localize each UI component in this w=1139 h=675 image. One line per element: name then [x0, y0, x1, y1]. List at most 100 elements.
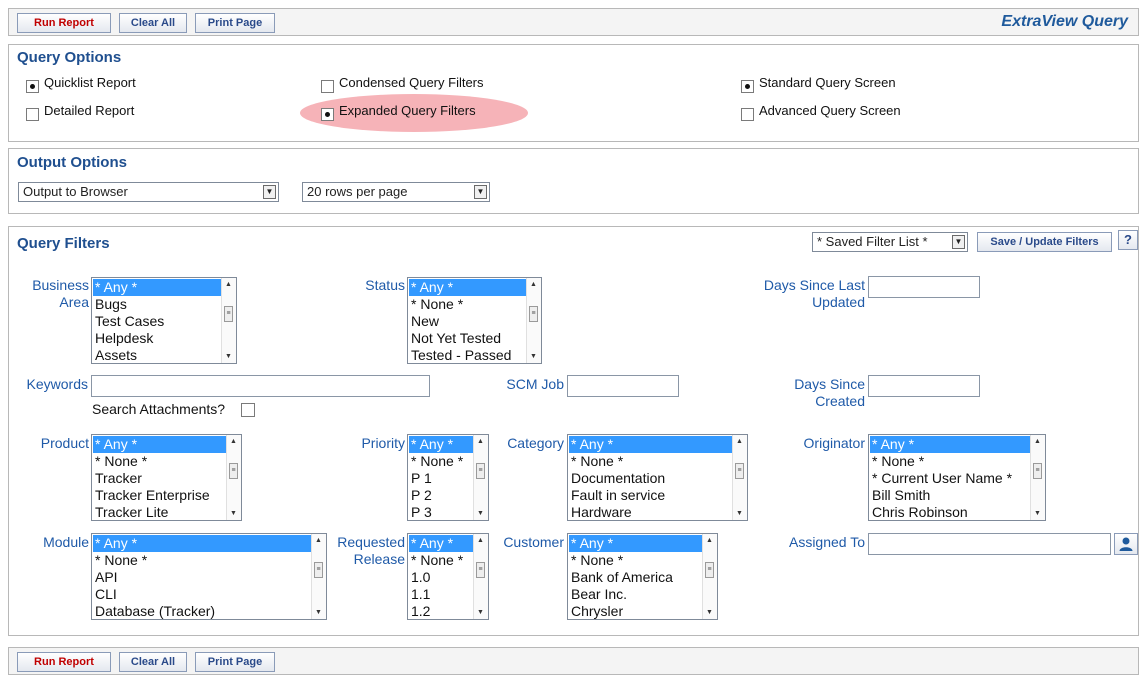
list-option[interactable]: P 3	[409, 504, 473, 520]
list-option[interactable]: Bugs	[93, 296, 221, 313]
scroll-up-icon[interactable]: ▲	[736, 438, 743, 445]
category-listbox[interactable]: * Any * * None * Documentation Fault in ser…	[567, 434, 748, 521]
list-option[interactable]: * Any *	[409, 436, 473, 453]
scroll-thumb[interactable]: ≡	[1033, 463, 1042, 479]
scroll-thumb[interactable]: ≡	[314, 562, 323, 578]
clear-all-button-bottom[interactable]: Clear All	[119, 652, 187, 672]
list-option[interactable]: * Any *	[569, 436, 732, 453]
list-option[interactable]: * Any *	[93, 279, 221, 296]
scroll-down-icon[interactable]: ▼	[477, 609, 484, 616]
priority-listbox[interactable]: * Any * * None * P 1P 2P 3 ▲ ≡ ▼	[407, 434, 489, 521]
list-option[interactable]: 1.1	[409, 586, 473, 603]
scroll-up-icon[interactable]: ▲	[477, 438, 484, 445]
detailed-report-radio[interactable]	[26, 108, 39, 121]
list-option[interactable]: Assets	[93, 347, 221, 363]
list-option[interactable]: Helpdesk	[93, 330, 221, 347]
scroll-thumb[interactable]: ≡	[735, 463, 744, 479]
advanced-query-screen-radio[interactable]	[741, 108, 754, 121]
quicklist-report-radio[interactable]	[26, 80, 39, 93]
scroll-up-icon[interactable]: ▲	[1034, 438, 1041, 445]
scroll-down-icon[interactable]: ▼	[706, 609, 713, 616]
list-option[interactable]: API	[93, 569, 311, 586]
list-option[interactable]: P 2	[409, 487, 473, 504]
list-option[interactable]: * None *	[409, 552, 473, 569]
list-option[interactable]: * None *	[870, 453, 1030, 470]
list-option[interactable]: Fault in service	[569, 487, 732, 504]
scrollbar[interactable]: ▲ ≡ ▼	[226, 435, 241, 520]
scrollbar[interactable]: ▲ ≡ ▼	[732, 435, 747, 520]
scroll-down-icon[interactable]: ▼	[225, 353, 232, 360]
list-option[interactable]: Tested - Passed	[409, 347, 526, 363]
scrollbar[interactable]: ▲ ≡ ▼	[473, 435, 488, 520]
scm-job-input[interactable]	[567, 375, 679, 397]
customer-listbox[interactable]: * Any * * None * Bank of America Bear Inc. C…	[567, 533, 718, 620]
scroll-thumb[interactable]: ≡	[224, 306, 233, 322]
list-option[interactable]: * None *	[409, 453, 473, 470]
help-icon[interactable]: ?	[1118, 230, 1138, 250]
business-area-listbox[interactable]: * Any * Bugs Test Cases Helpdesk Assets ▲ ≡ ▼	[91, 277, 237, 364]
list-option[interactable]: * Any *	[93, 535, 311, 552]
list-option[interactable]: CLI	[93, 586, 311, 603]
list-option[interactable]: 1.0	[409, 569, 473, 586]
scrollbar[interactable]: ▲ ≡ ▼	[526, 278, 541, 363]
days-since-created-input[interactable]	[868, 375, 980, 397]
list-option[interactable]: 1.2	[409, 603, 473, 619]
saved-filter-list-select[interactable]: * Saved Filter List * ▼	[812, 232, 968, 252]
scroll-down-icon[interactable]: ▼	[477, 510, 484, 517]
days-since-last-updated-input[interactable]	[868, 276, 980, 298]
originator-listbox[interactable]: * Any * * None * * Current User Name * Bill…	[868, 434, 1046, 521]
list-option[interactable]: Chris Robinson	[870, 504, 1030, 520]
save-update-filters-button[interactable]: Save / Update Filters	[977, 232, 1112, 252]
list-option[interactable]: New	[409, 313, 526, 330]
search-attachments-checkbox[interactable]	[241, 403, 255, 417]
list-option[interactable]: Bank of America	[569, 569, 702, 586]
list-option[interactable]: Database (Tracker)	[93, 603, 311, 619]
scrollbar[interactable]: ▲ ≡ ▼	[473, 534, 488, 619]
expanded-query-filters-radio[interactable]	[321, 108, 334, 121]
list-option[interactable]: * None *	[569, 552, 702, 569]
scroll-up-icon[interactable]: ▲	[477, 537, 484, 544]
run-report-button-bottom[interactable]: Run Report	[17, 652, 111, 672]
module-listbox[interactable]: * Any * * None * API CLI Database (Tracker) ▲…	[91, 533, 327, 620]
product-listbox[interactable]: * Any * * None * Tracker Tracker Enterprise…	[91, 434, 242, 521]
list-option[interactable]: Tracker Lite	[93, 504, 226, 520]
scroll-down-icon[interactable]: ▼	[230, 510, 237, 517]
list-option[interactable]: * Any *	[569, 535, 702, 552]
scroll-down-icon[interactable]: ▼	[736, 510, 743, 517]
list-option[interactable]: Chrysler	[569, 603, 702, 619]
scrollbar[interactable]: ▲ ≡ ▼	[702, 534, 717, 619]
scroll-up-icon[interactable]: ▲	[230, 438, 237, 445]
status-listbox[interactable]: * Any * * None * New Not Yet Tested Tested -…	[407, 277, 542, 364]
print-page-button-bottom[interactable]: Print Page	[195, 652, 275, 672]
scroll-thumb[interactable]: ≡	[529, 306, 538, 322]
scroll-up-icon[interactable]: ▲	[315, 537, 322, 544]
list-option[interactable]: * None *	[93, 552, 311, 569]
run-report-button[interactable]: Run Report	[17, 13, 111, 33]
standard-query-screen-radio[interactable]	[741, 80, 754, 93]
list-option[interactable]: Tracker	[93, 470, 226, 487]
scroll-thumb[interactable]: ≡	[705, 562, 714, 578]
scroll-down-icon[interactable]: ▼	[530, 353, 537, 360]
list-option[interactable]: P 1	[409, 470, 473, 487]
scroll-thumb[interactable]: ≡	[476, 463, 485, 479]
scroll-thumb[interactable]: ≡	[229, 463, 238, 479]
scroll-thumb[interactable]: ≡	[476, 562, 485, 578]
list-option[interactable]: Test Cases	[93, 313, 221, 330]
list-option[interactable]: * Any *	[409, 279, 526, 296]
clear-all-button[interactable]: Clear All	[119, 13, 187, 33]
scroll-up-icon[interactable]: ▲	[530, 281, 537, 288]
list-option[interactable]: * None *	[93, 453, 226, 470]
list-option[interactable]: Not Yet Tested	[409, 330, 526, 347]
list-option[interactable]: * Current User Name *	[870, 470, 1030, 487]
user-icon[interactable]	[1114, 533, 1138, 555]
scrollbar[interactable]: ▲ ≡ ▼	[311, 534, 326, 619]
output-destination-select[interactable]: Output to Browser ▼	[18, 182, 279, 202]
list-option[interactable]: * None *	[569, 453, 732, 470]
scrollbar[interactable]: ▲ ≡ ▼	[221, 278, 236, 363]
list-option[interactable]: Tracker Enterprise	[93, 487, 226, 504]
condensed-query-filters-radio[interactable]	[321, 80, 334, 93]
scroll-up-icon[interactable]: ▲	[706, 537, 713, 544]
scroll-down-icon[interactable]: ▼	[1034, 510, 1041, 517]
list-option[interactable]: * Any *	[870, 436, 1030, 453]
scroll-down-icon[interactable]: ▼	[315, 609, 322, 616]
